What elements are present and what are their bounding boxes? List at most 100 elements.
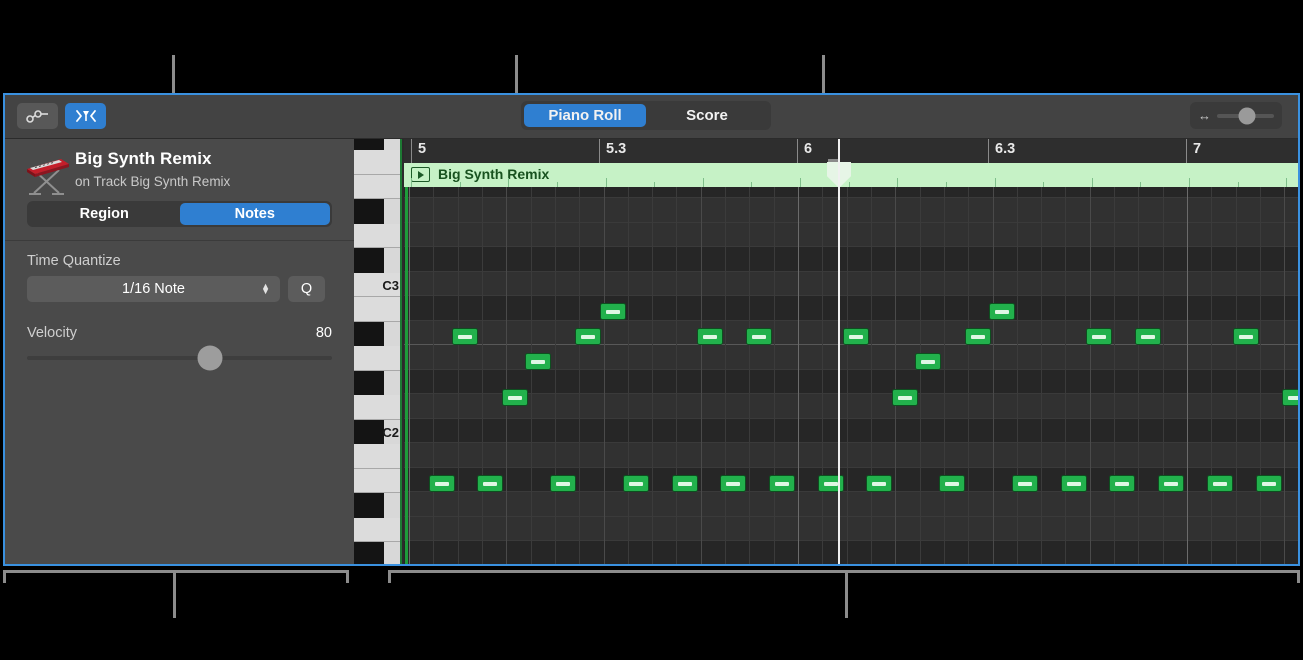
midi-note[interactable] bbox=[575, 328, 601, 345]
midi-note[interactable] bbox=[769, 475, 795, 492]
grid-vline bbox=[1017, 187, 1018, 564]
midi-note[interactable] bbox=[525, 353, 551, 370]
grid-vline bbox=[1041, 187, 1042, 564]
tab-notes[interactable]: Notes bbox=[180, 203, 331, 225]
piano-key-white[interactable] bbox=[354, 346, 402, 371]
note-grid[interactable] bbox=[404, 187, 1298, 564]
grid-row bbox=[404, 394, 1298, 419]
zoom-slider-knob[interactable] bbox=[1239, 107, 1256, 124]
ruler-tick bbox=[988, 139, 989, 163]
velocity-slider-track[interactable] bbox=[27, 356, 332, 360]
piano-key-white[interactable] bbox=[354, 518, 402, 543]
playhead-line bbox=[838, 139, 840, 564]
midi-note[interactable] bbox=[866, 475, 892, 492]
grid-vline bbox=[531, 187, 532, 564]
note-velocity-bar bbox=[1288, 396, 1298, 400]
tab-piano-roll[interactable]: Piano Roll bbox=[524, 104, 646, 127]
region-header-bar[interactable]: Big Synth Remix bbox=[404, 163, 1298, 188]
automation-link-icon-button[interactable] bbox=[17, 103, 58, 129]
zoom-slider-track[interactable] bbox=[1217, 114, 1274, 118]
bar-ruler[interactable]: 55.366.37 bbox=[404, 139, 1298, 164]
midi-note[interactable] bbox=[672, 475, 698, 492]
grid-vline bbox=[1114, 187, 1115, 564]
midi-note[interactable] bbox=[550, 475, 576, 492]
midi-note[interactable] bbox=[1135, 328, 1161, 345]
grid-row bbox=[404, 443, 1298, 468]
grid-vline bbox=[1138, 187, 1139, 564]
midi-note[interactable] bbox=[429, 475, 455, 492]
time-quantize-select[interactable]: 1/16 Note ▲▼ bbox=[27, 276, 280, 302]
piano-key-white[interactable] bbox=[354, 224, 402, 249]
velocity-slider-knob[interactable] bbox=[198, 346, 223, 371]
midi-note[interactable] bbox=[452, 328, 478, 345]
view-mode-segmented-control[interactable]: Piano Roll Score bbox=[521, 101, 771, 130]
midi-note[interactable] bbox=[1233, 328, 1259, 345]
grid-row bbox=[404, 272, 1298, 297]
quantize-icon-button[interactable] bbox=[65, 103, 106, 129]
piano-key-white[interactable] bbox=[354, 395, 402, 420]
tab-region[interactable]: Region bbox=[29, 203, 180, 225]
midi-note[interactable] bbox=[1207, 475, 1233, 492]
region-notes-segmented-control[interactable]: Region Notes bbox=[27, 201, 332, 227]
note-velocity-bar bbox=[726, 482, 740, 486]
midi-note[interactable] bbox=[939, 475, 965, 492]
playhead-hook bbox=[828, 159, 838, 162]
midi-note[interactable] bbox=[720, 475, 746, 492]
tab-score[interactable]: Score bbox=[646, 104, 768, 127]
quantize-apply-button[interactable]: Q bbox=[288, 276, 325, 302]
piano-key-white[interactable] bbox=[354, 150, 402, 175]
grid-row bbox=[404, 247, 1298, 272]
piano-key-black[interactable] bbox=[354, 420, 384, 445]
piano-key-black[interactable] bbox=[354, 199, 384, 224]
midi-note[interactable] bbox=[1012, 475, 1038, 492]
grid-vline bbox=[1065, 187, 1066, 564]
midi-note[interactable] bbox=[1256, 475, 1282, 492]
grid-vline bbox=[1236, 187, 1237, 564]
midi-note[interactable] bbox=[1158, 475, 1184, 492]
inspector-header: Big Synth Remix on Track Big Synth Remix… bbox=[5, 139, 354, 241]
piano-key-black[interactable] bbox=[354, 322, 384, 347]
note-velocity-bar bbox=[556, 482, 570, 486]
midi-note[interactable] bbox=[502, 389, 528, 406]
midi-note[interactable] bbox=[818, 475, 844, 492]
piano-key-white[interactable] bbox=[354, 175, 402, 200]
grid-vline bbox=[871, 187, 872, 564]
piano-key-black[interactable] bbox=[354, 542, 384, 564]
midi-note[interactable] bbox=[1282, 389, 1298, 406]
grid-vline bbox=[895, 187, 896, 564]
midi-note[interactable] bbox=[915, 353, 941, 370]
time-quantize-value: 1/16 Note bbox=[122, 281, 185, 297]
midi-note[interactable] bbox=[1109, 475, 1135, 492]
zoom-slider-group[interactable]: ↔ bbox=[1190, 102, 1282, 129]
midi-note[interactable] bbox=[697, 328, 723, 345]
grid-row bbox=[404, 223, 1298, 248]
piano-key-white[interactable] bbox=[354, 469, 402, 494]
piano-key-black[interactable] bbox=[354, 371, 384, 396]
grid-vline bbox=[652, 187, 653, 564]
midi-note[interactable] bbox=[965, 328, 991, 345]
piano-key-black[interactable] bbox=[354, 493, 384, 518]
midi-note[interactable] bbox=[892, 389, 918, 406]
note-velocity-bar bbox=[435, 482, 449, 486]
piano-key-black[interactable] bbox=[354, 139, 384, 150]
midi-note[interactable] bbox=[746, 328, 772, 345]
midi-note[interactable] bbox=[989, 303, 1015, 320]
region-ruler-tick bbox=[897, 178, 898, 187]
piano-key-white[interactable] bbox=[354, 297, 402, 322]
midi-note[interactable] bbox=[477, 475, 503, 492]
midi-note[interactable] bbox=[600, 303, 626, 320]
piano-roll-window: Piano Roll Score ↔ bbox=[3, 93, 1300, 566]
grid-vline bbox=[847, 187, 848, 564]
region-ruler-tick bbox=[1189, 178, 1190, 187]
toolbar: Piano Roll Score ↔ bbox=[5, 95, 1298, 139]
piano-key-white[interactable] bbox=[354, 444, 402, 469]
piano-keyboard[interactable]: C3C2 bbox=[354, 139, 402, 564]
midi-note[interactable] bbox=[843, 328, 869, 345]
midi-note[interactable] bbox=[623, 475, 649, 492]
ruler-label: 5 bbox=[418, 141, 426, 157]
midi-note[interactable] bbox=[1061, 475, 1087, 492]
midi-note[interactable] bbox=[1086, 328, 1112, 345]
region-ruler-tick bbox=[995, 178, 996, 187]
grid-vline bbox=[1187, 187, 1188, 564]
piano-key-black[interactable] bbox=[354, 248, 384, 273]
